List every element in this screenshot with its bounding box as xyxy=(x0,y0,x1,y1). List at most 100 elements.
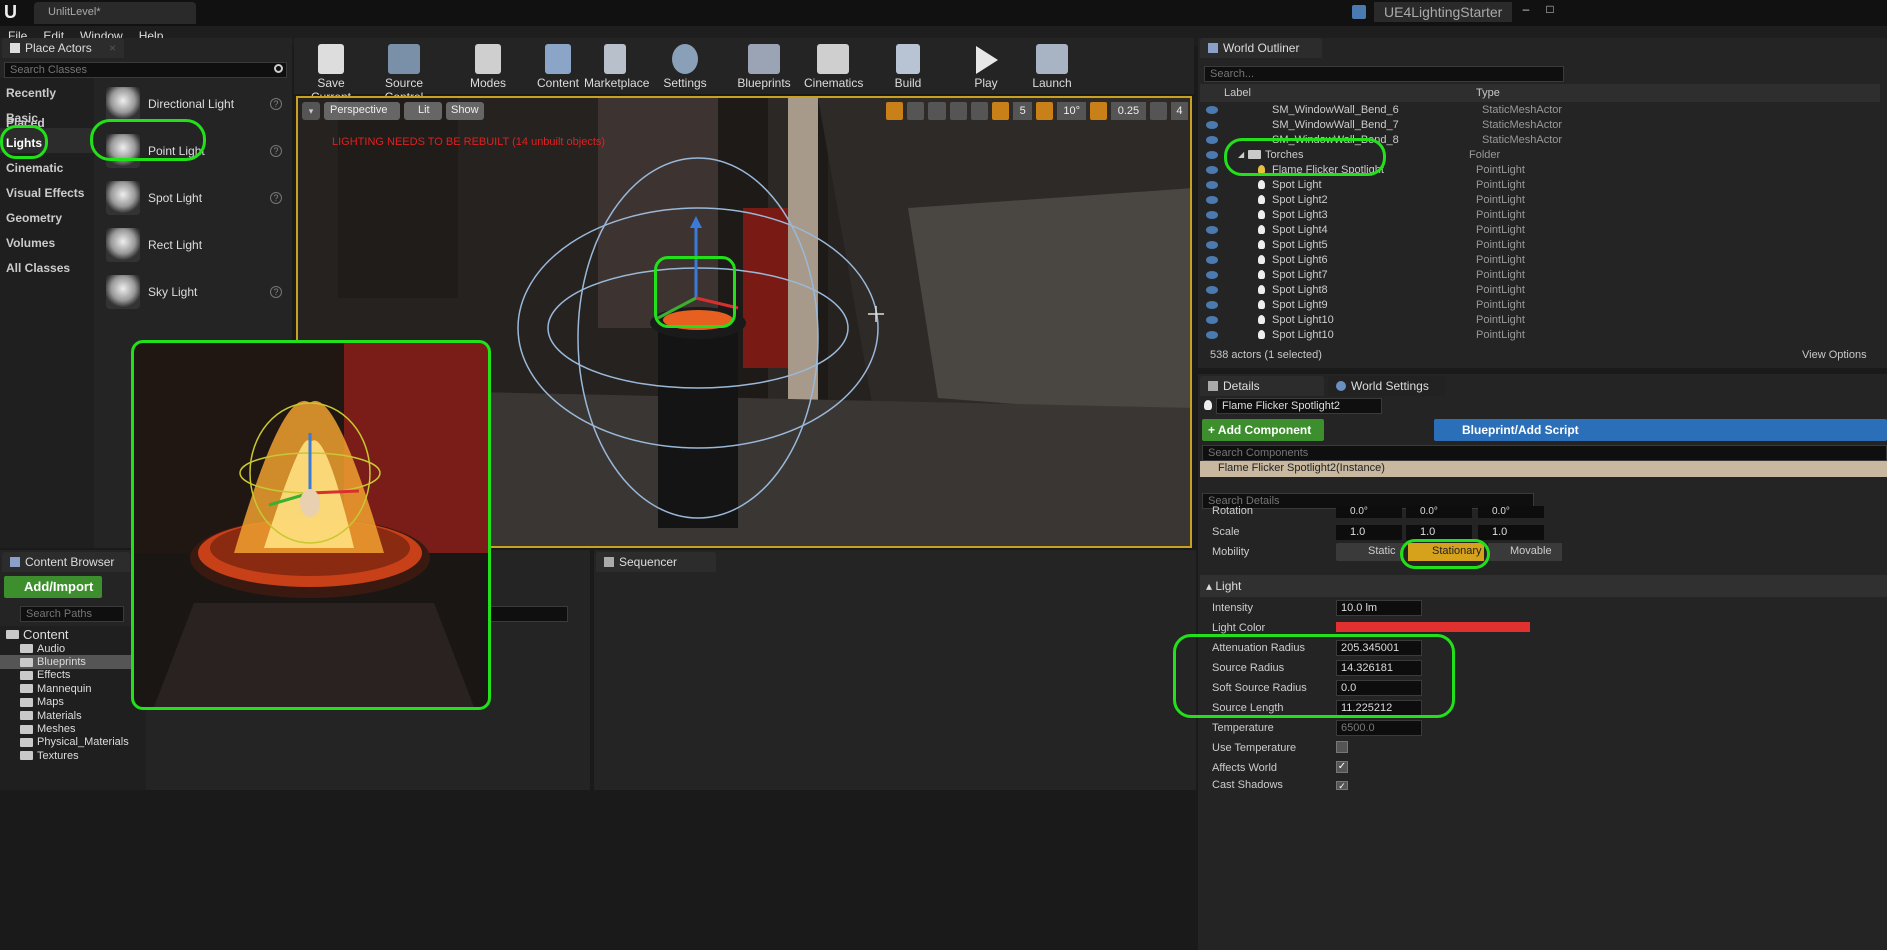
visibility-eye-icon[interactable] xyxy=(1206,240,1218,249)
scale-x-field[interactable]: 1.0 xyxy=(1336,525,1402,540)
intensity-field[interactable]: 10.0 lm xyxy=(1336,600,1422,616)
actor-sky-light[interactable]: Sky Light ? xyxy=(98,268,290,315)
lit-button[interactable]: Lit xyxy=(404,102,442,120)
tab-details[interactable]: Details xyxy=(1200,376,1324,396)
visibility-eye-icon[interactable] xyxy=(1206,315,1218,324)
outliner-row[interactable]: Spot Light8 PointLight xyxy=(1200,282,1880,297)
folder-content[interactable]: Content xyxy=(0,626,146,642)
surface-snap-icon[interactable] xyxy=(970,102,988,120)
visibility-eye-icon[interactable] xyxy=(1206,180,1218,189)
add-import-button[interactable]: Add/Import xyxy=(4,576,102,598)
rotation-snap-value[interactable]: 10° xyxy=(1057,102,1087,120)
world-icon[interactable] xyxy=(949,102,967,120)
add-component-button[interactable]: + Add Component xyxy=(1202,419,1324,441)
visibility-eye-icon[interactable] xyxy=(1206,255,1218,264)
mobility-movable-button[interactable]: Movable xyxy=(1488,543,1562,561)
outliner-row[interactable]: SM_WindowWall_Bend_7 StaticMeshActor xyxy=(1200,117,1880,132)
content-button[interactable]: Content xyxy=(534,44,582,94)
visibility-eye-icon[interactable] xyxy=(1206,165,1218,174)
blueprints-button[interactable]: Blueprints xyxy=(736,44,792,94)
folder-textures[interactable]: Textures xyxy=(0,749,146,762)
visibility-eye-icon[interactable] xyxy=(1206,135,1218,144)
outliner-row[interactable]: SM_WindowWall_Bend_6 StaticMeshActor xyxy=(1200,102,1880,117)
close-icon[interactable]: × xyxy=(109,41,116,55)
visibility-eye-icon[interactable] xyxy=(1206,300,1218,309)
rotation-snap-icon[interactable] xyxy=(1036,102,1054,120)
category-all-classes[interactable]: All Classes xyxy=(0,253,94,278)
blueprint-script-button[interactable]: Blueprint/Add Script xyxy=(1434,419,1887,441)
search-paths-input[interactable] xyxy=(20,606,124,622)
scale-icon[interactable] xyxy=(928,102,946,120)
outliner-row[interactable]: Spot Light9 PointLight xyxy=(1200,297,1880,312)
outliner-row[interactable]: Spot Light6 PointLight xyxy=(1200,252,1880,267)
rotate-icon[interactable] xyxy=(907,102,925,120)
help-icon[interactable]: ? xyxy=(270,97,282,110)
folder-blueprints[interactable]: Blueprints xyxy=(0,655,146,669)
column-label[interactable]: Label xyxy=(1224,87,1251,99)
perspective-button[interactable]: Perspective xyxy=(324,102,400,120)
tab-world-settings[interactable]: World Settings xyxy=(1328,376,1446,396)
modes-button[interactable]: Modes xyxy=(466,44,510,94)
visibility-eye-icon[interactable] xyxy=(1206,330,1218,339)
tab-world-outliner[interactable]: World Outliner xyxy=(1200,38,1322,58)
maximize-button[interactable]: □ xyxy=(1540,2,1560,16)
help-icon[interactable]: ? xyxy=(270,191,282,204)
visibility-eye-icon[interactable] xyxy=(1206,195,1218,204)
level-tab[interactable]: UnlitLevel* xyxy=(34,2,196,24)
launch-button[interactable]: Launch xyxy=(1030,44,1074,94)
outliner-row[interactable]: Spot Light5 PointLight xyxy=(1200,237,1880,252)
light-color-swatch[interactable] xyxy=(1336,622,1530,632)
play-button[interactable]: Play xyxy=(964,44,1008,94)
visibility-eye-icon[interactable] xyxy=(1206,225,1218,234)
visibility-eye-icon[interactable] xyxy=(1206,105,1218,114)
outliner-search-input[interactable] xyxy=(1204,66,1564,82)
cast-shadows-checkbox[interactable]: ✓ xyxy=(1336,781,1348,790)
rotation-y-field[interactable]: 0.0° xyxy=(1406,506,1472,518)
viewport-options-button[interactable]: ▾ xyxy=(302,102,320,120)
category-volumes[interactable]: Volumes xyxy=(0,228,94,253)
tab-content-browser[interactable]: Content Browser xyxy=(2,552,130,572)
outliner-row[interactable]: Spot Light2 PointLight xyxy=(1200,192,1880,207)
light-section-header[interactable]: ▴ Light xyxy=(1200,575,1887,597)
affects-world-checkbox[interactable]: ✓ xyxy=(1336,761,1348,773)
category-geometry[interactable]: Geometry xyxy=(0,203,94,228)
search-icon[interactable] xyxy=(274,64,283,73)
mobility-static-button[interactable]: Static xyxy=(1336,543,1404,561)
outliner-row[interactable]: Spot Light3 PointLight xyxy=(1200,207,1880,222)
rotation-x-field[interactable]: 0.0° xyxy=(1336,506,1402,518)
marketplace-button[interactable]: Marketplace xyxy=(584,44,649,94)
folder-mannequin[interactable]: Mannequin xyxy=(0,682,146,695)
camera-speed-value[interactable]: 4 xyxy=(1170,102,1188,120)
grid-snap-icon[interactable] xyxy=(991,102,1010,120)
visibility-eye-icon[interactable] xyxy=(1206,120,1218,129)
outliner-row[interactable]: Spot Light7 PointLight xyxy=(1200,267,1880,282)
folder-physical-materials[interactable]: Physical_Materials xyxy=(0,736,146,749)
use-temperature-checkbox[interactable] xyxy=(1336,741,1348,753)
folder-maps[interactable]: Maps xyxy=(0,696,146,709)
visibility-eye-icon[interactable] xyxy=(1206,150,1218,159)
temperature-field[interactable]: 6500.0 xyxy=(1336,720,1422,736)
settings-button[interactable]: Settings xyxy=(662,44,708,94)
rotation-z-field[interactable]: 0.0° xyxy=(1478,506,1544,518)
component-instance-row[interactable]: Flame Flicker Spotlight2(Instance) xyxy=(1200,461,1887,477)
visibility-eye-icon[interactable] xyxy=(1206,285,1218,294)
folder-audio[interactable]: Audio xyxy=(0,642,146,655)
save-current-button[interactable]: Save Current xyxy=(298,44,364,104)
scale-z-field[interactable]: 1.0 xyxy=(1478,525,1544,540)
folder-effects[interactable]: Effects xyxy=(0,669,146,682)
category-recently-placed[interactable]: Recently Placed xyxy=(0,78,94,130)
source-control-button[interactable]: Source Control xyxy=(366,44,442,104)
cinematics-button[interactable]: Cinematics xyxy=(804,44,863,94)
category-visual-effects[interactable]: Visual Effects xyxy=(0,178,94,203)
outliner-row[interactable]: Spot Light4 PointLight xyxy=(1200,222,1880,237)
search-classes-input[interactable] xyxy=(4,62,287,78)
asset-search-field[interactable] xyxy=(486,606,568,622)
actor-name-field[interactable] xyxy=(1216,398,1382,414)
help-icon[interactable]: ? xyxy=(270,285,282,298)
build-button[interactable]: Build xyxy=(888,44,928,94)
scale-y-field[interactable]: 1.0 xyxy=(1406,525,1472,540)
tab-sequencer[interactable]: Sequencer xyxy=(596,552,716,572)
minimize-button[interactable]: – xyxy=(1516,2,1536,16)
actor-rect-light[interactable]: Rect Light xyxy=(98,221,290,268)
show-button[interactable]: Show xyxy=(446,102,484,120)
